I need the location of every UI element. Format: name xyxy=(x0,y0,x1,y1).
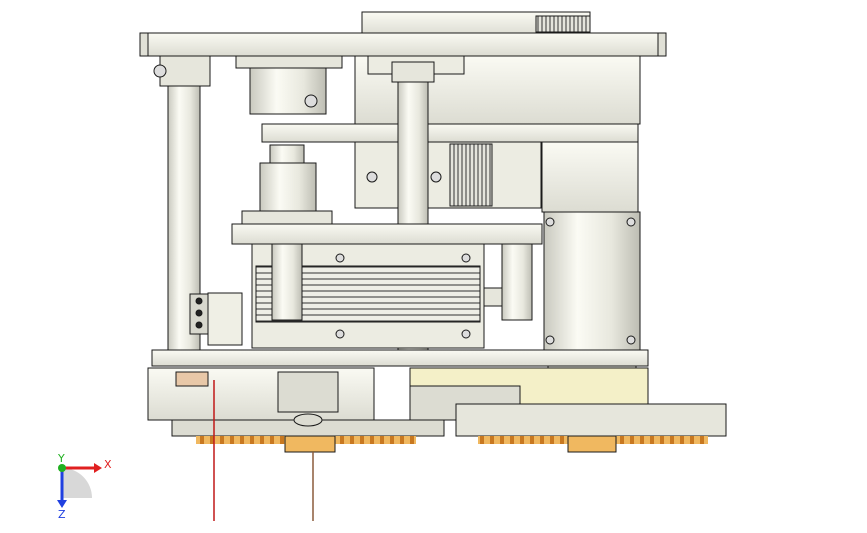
middle-crossbar xyxy=(261,123,639,143)
right-motor-fins xyxy=(449,143,493,207)
motor-screw-icon xyxy=(430,171,442,183)
side-bracket xyxy=(207,292,243,346)
servo-bolt-icon xyxy=(545,335,555,345)
motor-screw-icon xyxy=(366,171,378,183)
top-motor-finned-end xyxy=(535,15,591,33)
right-motor-body xyxy=(354,141,542,209)
spindle-base-flange xyxy=(241,210,333,226)
motor-bolt-icon xyxy=(461,329,471,339)
bracket-screw-icon xyxy=(195,321,203,329)
servo-bolt-icon xyxy=(545,217,555,227)
clamp-screw-icon xyxy=(153,64,167,78)
spindle-coupling xyxy=(259,162,317,212)
left-gear-hub xyxy=(284,435,336,453)
servo-bolt-icon xyxy=(626,217,636,227)
nozzle-tip xyxy=(293,413,323,427)
spindle-housing xyxy=(249,67,327,115)
carriage-plate xyxy=(231,223,543,245)
triad-z-label: Z xyxy=(58,508,66,521)
left-foot-peach-pad xyxy=(175,371,209,387)
triad-y-label: Y xyxy=(57,452,65,465)
top-plate-end-left xyxy=(139,32,149,57)
spindle-shaft xyxy=(269,144,305,164)
mechanism-assembly xyxy=(139,11,727,453)
main-motor-post xyxy=(271,243,303,321)
motor-bolt-icon xyxy=(335,253,345,263)
servo-bolt-icon xyxy=(626,335,636,345)
right-support-post xyxy=(501,243,533,321)
spindle-screw-icon xyxy=(304,94,318,108)
rod-top-clamp xyxy=(391,61,435,83)
left-foot-insert xyxy=(277,371,339,413)
lower-base-plate xyxy=(151,349,649,367)
triad-shadow xyxy=(62,468,92,498)
right-gear-hub xyxy=(567,435,617,453)
triad-x-arrow-icon xyxy=(94,463,102,473)
triad-origin-icon xyxy=(58,464,66,472)
spindle-flange xyxy=(235,55,343,69)
bracket-screw-icon xyxy=(195,309,203,317)
cad-front-view: X Y Z xyxy=(57,11,727,521)
right-servo-body xyxy=(543,211,641,351)
triad-x-label: X xyxy=(104,458,112,471)
bracket-screw-icon xyxy=(195,297,203,305)
triad-z-arrow-icon xyxy=(57,500,67,508)
left-column-clamp xyxy=(159,55,211,87)
motor-bolt-icon xyxy=(335,329,345,339)
far-right-housing xyxy=(541,141,639,213)
top-plate-end-right xyxy=(657,32,667,57)
motor-bolt-icon xyxy=(461,253,471,263)
coordinate-triad: X Y Z xyxy=(57,452,112,521)
top-plate xyxy=(139,32,667,57)
right-foot-under-plate xyxy=(455,403,727,437)
